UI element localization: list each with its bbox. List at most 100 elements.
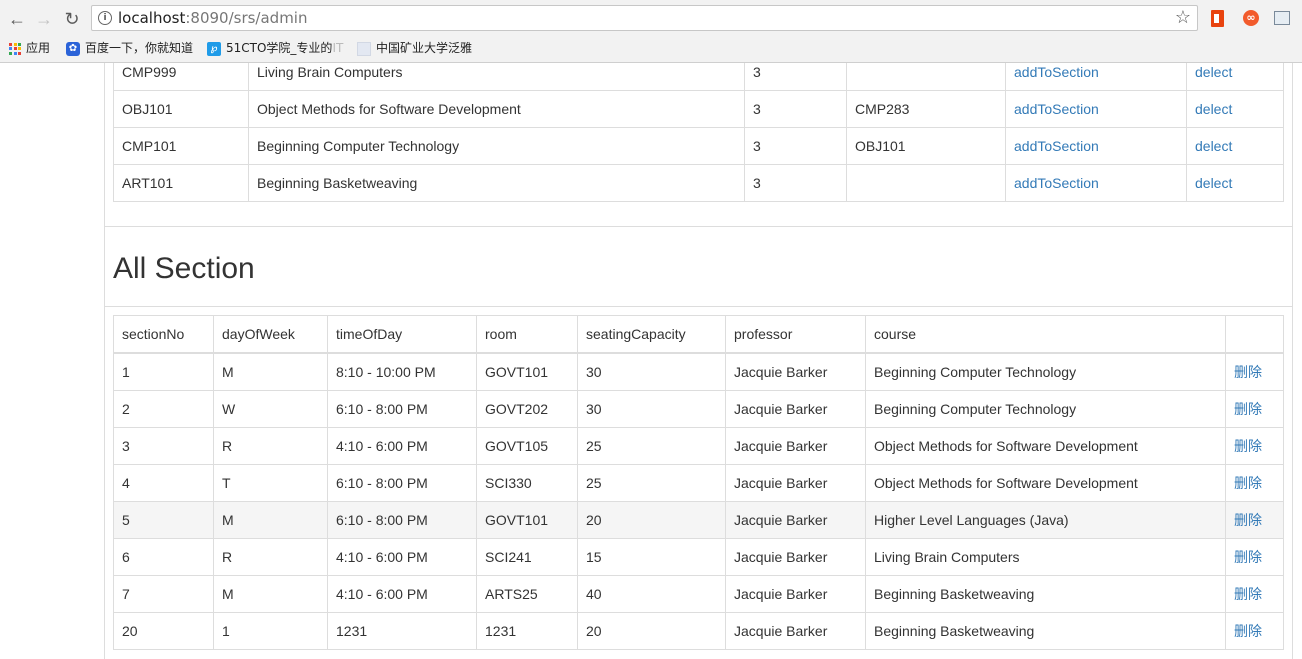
course-delete-cell: delect	[1186, 127, 1284, 165]
delete-course-link[interactable]: delect	[1195, 101, 1232, 117]
delete-cell: 删除	[1225, 501, 1284, 539]
url-text[interactable]: localhost:8090/srs/admin	[118, 9, 307, 27]
section-no-cell: 4	[113, 464, 214, 502]
sections-header-row: sectionNo dayOfWeek timeOfDay room seatingCa…	[113, 315, 1284, 354]
delete-cell: 删除	[1225, 575, 1284, 613]
courses-table: CMP999 Living Brain Computers 3 addToSectio…	[113, 63, 1284, 202]
delete-cell: 删除	[1225, 390, 1284, 428]
course-row: CMP101 Beginning Computer Technology 3 OBJ1…	[113, 127, 1284, 165]
add-to-section-link[interactable]: addToSection	[1014, 64, 1099, 80]
room-cell: SCI241	[476, 538, 578, 576]
day-cell: T	[213, 464, 328, 502]
info-icon[interactable]: i	[98, 11, 112, 25]
day-cell: M	[213, 501, 328, 539]
room-cell: ARTS25	[476, 575, 578, 613]
delete-section-link[interactable]: 删除	[1234, 364, 1262, 380]
delete-course-link[interactable]: delect	[1195, 175, 1232, 191]
time-cell: 4:10 - 6:00 PM	[327, 427, 477, 465]
capacity-cell: 25	[577, 464, 726, 502]
delete-section-link[interactable]: 删除	[1234, 475, 1262, 491]
course-prereq-cell	[846, 164, 1006, 202]
section-row: 3 R 4:10 - 6:00 PM GOVT105 25 Jacquie Barker O…	[113, 427, 1284, 465]
delete-course-link[interactable]: delect	[1195, 138, 1232, 154]
column-header: timeOfDay	[327, 315, 477, 354]
apps-grid-icon	[9, 42, 21, 55]
capacity-cell: 30	[577, 390, 726, 428]
column-header: dayOfWeek	[213, 315, 328, 354]
course-credits-cell: 3	[744, 90, 847, 128]
capacity-cell: 15	[577, 538, 726, 576]
baidu-paw-icon: ✿	[66, 41, 80, 56]
section-no-cell: 7	[113, 575, 214, 613]
day-cell: 1	[213, 612, 328, 650]
section-row: 7 M 4:10 - 6:00 PM ARTS25 40 Jacquie Barker Be…	[113, 575, 1284, 613]
sections-heading: All Section	[113, 252, 255, 285]
room-cell: GOVT101	[476, 352, 578, 391]
window-extension-icon[interactable]	[1274, 11, 1290, 25]
course-cell: Beginning Basketweaving	[865, 575, 1226, 613]
section-no-cell: 3	[113, 427, 214, 465]
delete-section-link[interactable]: 删除	[1234, 623, 1262, 639]
course-id-cell: CMP101	[113, 127, 249, 165]
day-cell: M	[213, 575, 328, 613]
delete-section-link[interactable]: 删除	[1234, 401, 1262, 417]
column-header: course	[865, 315, 1226, 354]
page-content: CMP999 Living Brain Computers 3 addToSectio…	[0, 63, 1302, 659]
professor-cell: Jacquie Barker	[725, 538, 866, 576]
course-delete-cell: delect	[1186, 164, 1284, 202]
add-to-section-link[interactable]: addToSection	[1014, 101, 1099, 117]
51cto-icon: ℘	[207, 41, 221, 56]
sections-panel: All Section sectionNo dayOfWeek timeOfDay r…	[104, 226, 1293, 659]
section-no-cell: 2	[113, 390, 214, 428]
bookmark-51cto[interactable]: ℘ 51CTO学院_专业的IT	[207, 39, 343, 57]
course-prereq-cell	[846, 63, 1006, 91]
course-add-cell: addToSection	[1005, 164, 1187, 202]
forward-arrow-icon[interactable]: →	[33, 8, 55, 30]
bookmark-label: 应用	[26, 41, 51, 55]
course-cell: Object Methods for Software Development	[865, 427, 1226, 465]
delete-section-link[interactable]: 删除	[1234, 549, 1262, 565]
professor-cell: Jacquie Barker	[725, 612, 866, 650]
column-header: professor	[725, 315, 866, 354]
column-header: seatingCapacity	[577, 315, 726, 354]
add-to-section-link[interactable]: addToSection	[1014, 175, 1099, 191]
section-row: 5 M 6:10 - 8:00 PM GOVT101 20 Jacquie Barker H…	[113, 501, 1284, 539]
delete-course-link[interactable]: delect	[1195, 64, 1232, 80]
course-credits-cell: 3	[744, 164, 847, 202]
courses-panel: CMP999 Living Brain Computers 3 addToSectio…	[104, 63, 1293, 227]
course-credits-cell: 3	[744, 127, 847, 165]
course-add-cell: addToSection	[1005, 63, 1187, 91]
office-extension-icon[interactable]	[1211, 10, 1224, 27]
address-bar[interactable]: i localhost:8090/srs/admin ☆	[91, 5, 1198, 31]
bookmark-label: 中国矿业大学泛雅	[376, 41, 473, 55]
section-row: 2 W 6:10 - 8:00 PM GOVT202 30 Jacquie Barker B…	[113, 390, 1284, 428]
capacity-cell: 20	[577, 612, 726, 650]
delete-cell: 删除	[1225, 427, 1284, 465]
delete-section-link[interactable]: 删除	[1234, 438, 1262, 454]
room-cell: 1231	[476, 612, 578, 650]
url-host: localhost	[118, 9, 186, 27]
bookmark-baidu[interactable]: ✿ 百度一下，你就知道	[66, 39, 193, 57]
bookmark-label-faded: IT	[332, 41, 344, 55]
bookmark-cumt[interactable]: 中国矿业大学泛雅	[357, 39, 472, 57]
section-row: 6 R 4:10 - 6:00 PM SCI241 15 Jacquie Barker Li…	[113, 538, 1284, 576]
bookmark-apps[interactable]: 应用	[9, 39, 50, 57]
course-cell: Higher Level Languages (Java)	[865, 501, 1226, 539]
delete-section-link[interactable]: 删除	[1234, 586, 1262, 602]
professor-cell: Jacquie Barker	[725, 575, 866, 613]
delete-cell: 删除	[1225, 612, 1284, 650]
back-arrow-icon[interactable]: ←	[6, 8, 28, 30]
time-cell: 1231	[327, 612, 477, 650]
professor-cell: Jacquie Barker	[725, 427, 866, 465]
day-cell: R	[213, 427, 328, 465]
delete-section-link[interactable]: 删除	[1234, 512, 1262, 528]
add-to-section-link[interactable]: addToSection	[1014, 138, 1099, 154]
infinity-extension-icon[interactable]: ∞	[1243, 10, 1259, 26]
section-no-cell: 6	[113, 538, 214, 576]
reload-icon[interactable]: ↻	[61, 8, 83, 30]
course-cell: Object Methods for Software Development	[865, 464, 1226, 502]
time-cell: 6:10 - 8:00 PM	[327, 501, 477, 539]
section-row: 1 M 8:10 - 10:00 PM GOVT101 30 Jacquie Barker…	[113, 352, 1284, 391]
bookmark-star-icon[interactable]: ☆	[1175, 7, 1191, 28]
room-cell: GOVT101	[476, 501, 578, 539]
